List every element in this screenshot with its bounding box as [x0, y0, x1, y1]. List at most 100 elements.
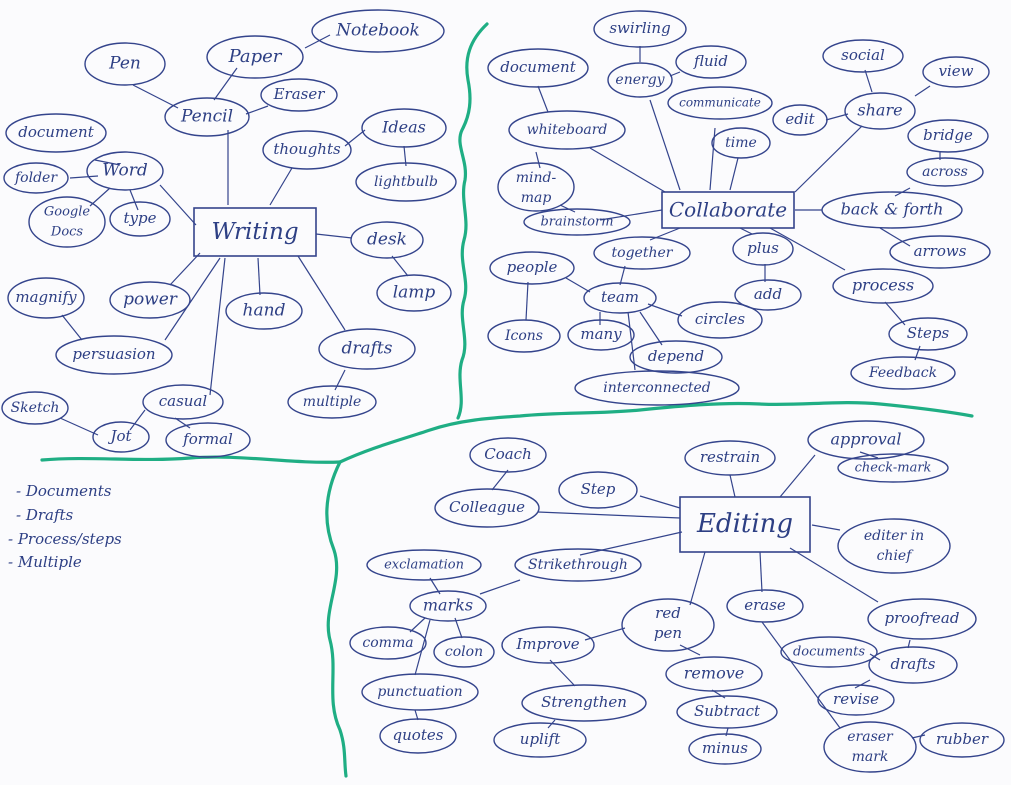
svg-text:Coach: Coach [484, 445, 532, 463]
svg-text:depend: depend [648, 347, 704, 365]
node-lightbulb: lightbulb [355, 162, 457, 202]
svg-text:drafts: drafts [342, 339, 393, 359]
svg-text:revise: revise [833, 690, 879, 708]
node-coach: Coach [469, 437, 547, 473]
svg-text:Google: Google [44, 205, 91, 220]
svg-text:Jot: Jot [107, 427, 132, 445]
svg-text:Word: Word [102, 161, 148, 181]
svg-text:view: view [939, 62, 974, 80]
node-step: Step [558, 471, 638, 509]
svg-text:Strengthen: Strengthen [541, 693, 627, 711]
svg-text:remove: remove [684, 664, 744, 683]
node-document: document [5, 113, 107, 153]
node-strikethrough: Strikethrough [514, 548, 642, 582]
node-e-drafts: drafts [868, 646, 958, 684]
node-many: many [567, 319, 635, 351]
svg-text:Notebook: Notebook [335, 21, 420, 41]
svg-text:Eraser: Eraser [273, 85, 326, 103]
svg-text:fluid: fluid [693, 52, 728, 70]
node-improve: Improve [501, 626, 595, 664]
node-energy: energy [607, 62, 673, 98]
svg-text:process: process [852, 276, 914, 295]
svg-text:comma: comma [362, 635, 413, 651]
svg-text:thoughts: thoughts [273, 140, 341, 158]
svg-text:document: document [18, 123, 94, 141]
svg-text:chief: chief [877, 548, 915, 564]
svg-text:across: across [922, 164, 968, 180]
node-casual: casual [142, 384, 224, 420]
node-drafts: drafts [318, 328, 416, 370]
node-together: together [593, 236, 691, 270]
node-people: people [489, 251, 575, 285]
svg-text:Docs: Docs [50, 225, 84, 240]
node-pen: Pen [84, 42, 166, 86]
node-google-docs: Google Docs [28, 196, 106, 248]
svg-text:Improve: Improve [515, 635, 579, 653]
svg-text:type: type [124, 209, 157, 227]
svg-text:editer in: editer in [864, 528, 924, 544]
node-interconnected: interconnected [574, 370, 740, 406]
svg-text:social: social [841, 46, 885, 64]
svg-text:approval: approval [831, 430, 902, 449]
node-whiteboard: whiteboard [508, 110, 626, 150]
svg-text:energy: energy [615, 72, 665, 88]
node-minus: minus [688, 733, 762, 765]
node-punctuation: punctuation [361, 673, 479, 711]
node-notebook: Notebook [311, 9, 445, 53]
note-drafts: - Drafts [16, 506, 74, 524]
node-colleague: Colleague [434, 488, 540, 528]
notes-list: - Documents - Drafts - Process/steps - M… [8, 482, 122, 571]
node-paper: Paper [206, 35, 304, 79]
svg-text:plus: plus [747, 239, 779, 257]
svg-text:exclamation: exclamation [384, 558, 464, 573]
node-social: social [822, 39, 904, 73]
node-type: type [109, 201, 171, 237]
svg-text:marks: marks [423, 596, 473, 615]
node-ideas: Ideas [361, 108, 447, 148]
node-lamp: lamp [376, 274, 452, 312]
svg-text:colon: colon [445, 644, 483, 660]
node-arrows: arrows [889, 235, 991, 269]
node-marks: marks [409, 590, 487, 622]
horizontal-divider-left [40, 455, 342, 464]
node-quotes: quotes [379, 718, 457, 754]
node-check-mark: check-mark [837, 453, 949, 483]
node-hand: hand [225, 292, 303, 330]
svg-text:erase: erase [744, 596, 786, 614]
node-eraser: Eraser [260, 78, 338, 112]
svg-text:Pen: Pen [108, 54, 141, 74]
node-approval: approval [807, 420, 925, 460]
svg-text:hand: hand [243, 301, 286, 321]
node-colon: colon [433, 636, 495, 668]
svg-text:red: red [655, 604, 681, 622]
central-label-writing: Writing [211, 219, 298, 245]
svg-text:Icons: Icons [504, 328, 543, 344]
vertical-divider-top [456, 22, 489, 420]
mind-map-board: Writing Collaborate Editing Pen Paper No… [1, 9, 1005, 778]
node-sketch: Sketch [1, 391, 69, 425]
node-word: Word [86, 151, 164, 191]
node-time: time [711, 127, 771, 159]
node-process: process [832, 268, 934, 304]
node-power: power [109, 281, 191, 319]
node-jot: Jot [92, 421, 150, 453]
svg-text:people: people [507, 258, 558, 276]
svg-text:casual: casual [159, 392, 208, 410]
svg-text:whiteboard: whiteboard [527, 122, 608, 138]
svg-text:Subtract: Subtract [694, 702, 761, 720]
svg-text:mind-: mind- [516, 170, 557, 186]
node-back-forth: back & forth [821, 191, 963, 229]
svg-text:Ideas: Ideas [381, 118, 426, 137]
node-steps: Steps [888, 317, 968, 351]
node-mindmap: mind- map [497, 162, 575, 212]
node-desk: desk [350, 221, 424, 259]
svg-text:rubber: rubber [936, 730, 989, 748]
svg-text:punctuation: punctuation [377, 684, 462, 700]
node-pencil: Pencil [164, 97, 250, 137]
note-process-steps: - Process/steps [8, 530, 122, 548]
svg-text:swirling: swirling [609, 19, 670, 37]
svg-text:restrain: restrain [700, 448, 760, 466]
node-communicate: communicate [667, 86, 773, 120]
node-across: across [906, 157, 984, 187]
svg-text:persuasion: persuasion [72, 345, 155, 363]
